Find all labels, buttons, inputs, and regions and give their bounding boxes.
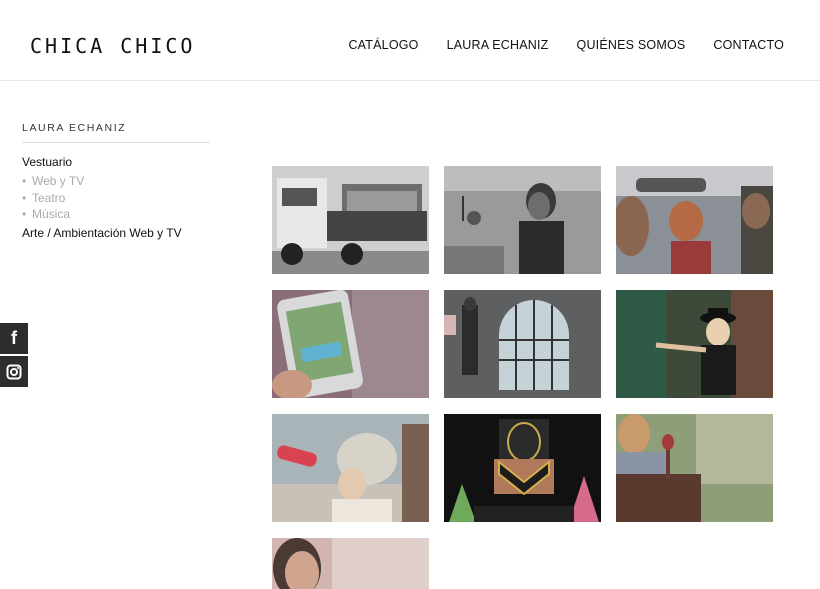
subitem-teatro[interactable]: Teatro [22,190,210,207]
gallery-item-man-chair[interactable] [616,414,773,522]
site-logo[interactable]: CHICA CHICO [30,34,195,58]
nav-catalogo[interactable]: CATÁLOGO [348,38,418,52]
site-header: CHICA CHICO CATÁLOGO LAURA ECHANIZ QUIÉN… [0,0,820,81]
facebook-icon[interactable]: f [0,323,28,354]
gallery-item-woman-kitchen[interactable] [444,166,601,274]
sidebar: LAURA ECHANIZ Vestuario Web y TV Teatro … [22,122,210,240]
gallery-item-woman-hat[interactable] [616,290,773,398]
gallery-item-car[interactable] [616,166,773,274]
nav-laura-echaniz[interactable]: LAURA ECHANIZ [447,38,549,52]
gallery-item-wrestler[interactable] [444,414,601,522]
main-nav: CATÁLOGO LAURA ECHANIZ QUIÉNES SOMOS CON… [348,38,784,52]
nav-quienes-somos[interactable]: QUIÉNES SOMOS [577,38,686,52]
subitem-web-y-tv[interactable]: Web y TV [22,173,210,190]
vestuario-subitems: Web y TV Teatro Música [22,173,210,223]
nav-contacto[interactable]: CONTACTO [713,38,784,52]
instagram-icon[interactable] [0,356,28,387]
social-bar: f [0,323,28,389]
gallery-item-drinking-woman[interactable] [272,414,429,522]
gallery-item-smiling-woman[interactable] [272,538,429,589]
subitem-musica[interactable]: Música [22,206,210,223]
category-arte[interactable]: Arte / Ambientación Web y TV [22,226,210,240]
sidebar-title: LAURA ECHANIZ [22,122,210,143]
gallery-item-arched-window[interactable] [444,290,601,398]
gallery-item-phone-pool[interactable] [272,290,429,398]
gallery-item-truck[interactable] [272,166,429,274]
category-vestuario[interactable]: Vestuario [22,155,210,169]
